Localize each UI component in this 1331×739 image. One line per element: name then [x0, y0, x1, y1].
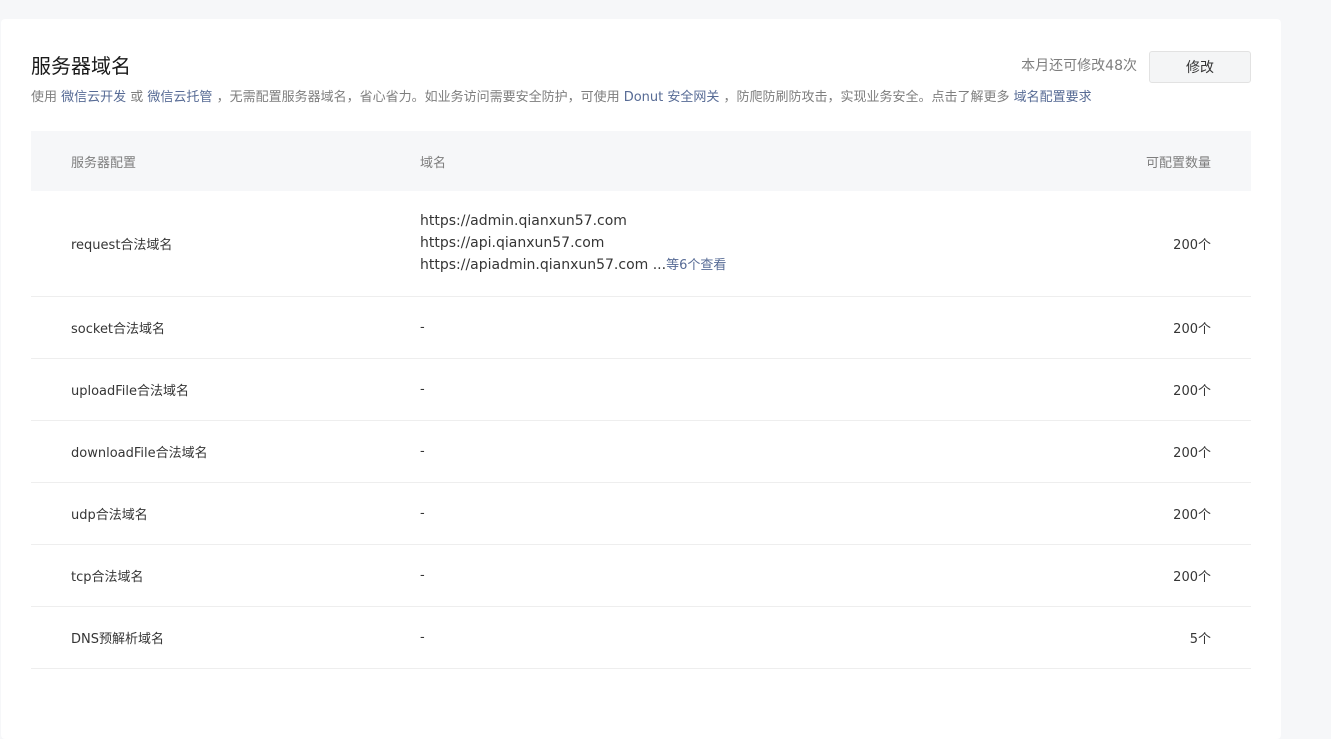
row-domain: -: [420, 568, 425, 583]
wechat-cloud-dev-link[interactable]: 微信云开发: [61, 90, 126, 105]
table-row: tcp合法域名 - 200个: [31, 545, 1251, 607]
row-count: 200个: [1173, 238, 1211, 253]
table-row-request: request合法域名 https://admin.qianxun57.com …: [31, 191, 1251, 297]
row-name: tcp合法域名: [71, 570, 144, 585]
edit-button[interactable]: 修改: [1149, 51, 1251, 83]
row-domain: -: [420, 382, 425, 397]
domain-item: https://api.qianxun57.com: [420, 235, 605, 251]
table-row: DNS预解析域名 - 5个: [31, 607, 1251, 669]
row-domain: -: [420, 444, 425, 459]
domain-item: https://admin.qianxun57.com: [420, 213, 627, 229]
row-count: 200个: [1173, 570, 1211, 585]
row-name: socket合法域名: [71, 322, 166, 337]
row-name: udp合法域名: [71, 508, 148, 523]
view-more-domains-link[interactable]: 等6个查看: [666, 258, 726, 273]
header-count: 可配置数量: [1145, 155, 1211, 171]
table-row: uploadFile合法域名 - 200个: [31, 359, 1251, 421]
row-name: downloadFile合法域名: [71, 446, 208, 461]
wechat-cloud-hosting-link[interactable]: 微信云托管: [147, 90, 212, 105]
row-domain: -: [420, 320, 425, 335]
row-count: 5个: [1189, 632, 1211, 647]
table-row: udp合法域名 - 200个: [31, 483, 1251, 545]
row-name: DNS预解析域名: [71, 632, 164, 647]
domain-requirements-link[interactable]: 域名配置要求: [1014, 90, 1092, 105]
description-text: 使用 微信云开发 或 微信云托管 ，无需配置服务器域名，省心省力。如业务访问需要…: [31, 90, 1092, 105]
row-count: 200个: [1173, 446, 1211, 461]
row-name: request合法域名: [71, 238, 173, 253]
request-domain-list: https://admin.qianxun57.com https://api.…: [420, 210, 1031, 277]
donut-security-gateway-link[interactable]: Donut 安全网关: [624, 90, 720, 105]
table-header: 服务器配置 域名 可配置数量: [31, 131, 1251, 191]
row-count: 200个: [1173, 508, 1211, 523]
header-config: 服务器配置: [71, 155, 137, 171]
row-domain: -: [420, 630, 425, 645]
header-domain: 域名: [420, 155, 447, 171]
table-row: downloadFile合法域名 - 200个: [31, 421, 1251, 483]
table-row: socket合法域名 - 200个: [31, 297, 1251, 359]
row-name: uploadFile合法域名: [71, 384, 190, 399]
row-count: 200个: [1173, 322, 1211, 337]
domain-item: https://apiadmin.qianxun57.com ...等6个查看: [420, 257, 727, 273]
server-domain-panel: 服务器域名 本月还可修改48次 修改 使用 微信云开发 或 微信云托管 ，无需配…: [1, 19, 1281, 739]
domain-table: 服务器配置 域名 可配置数量 request合法域名 https://admin…: [31, 131, 1251, 669]
page-title: 服务器域名: [31, 54, 131, 78]
row-count: 200个: [1173, 384, 1211, 399]
row-domain: -: [420, 506, 425, 521]
remaining-edits-text: 本月还可修改48次: [1021, 58, 1137, 74]
